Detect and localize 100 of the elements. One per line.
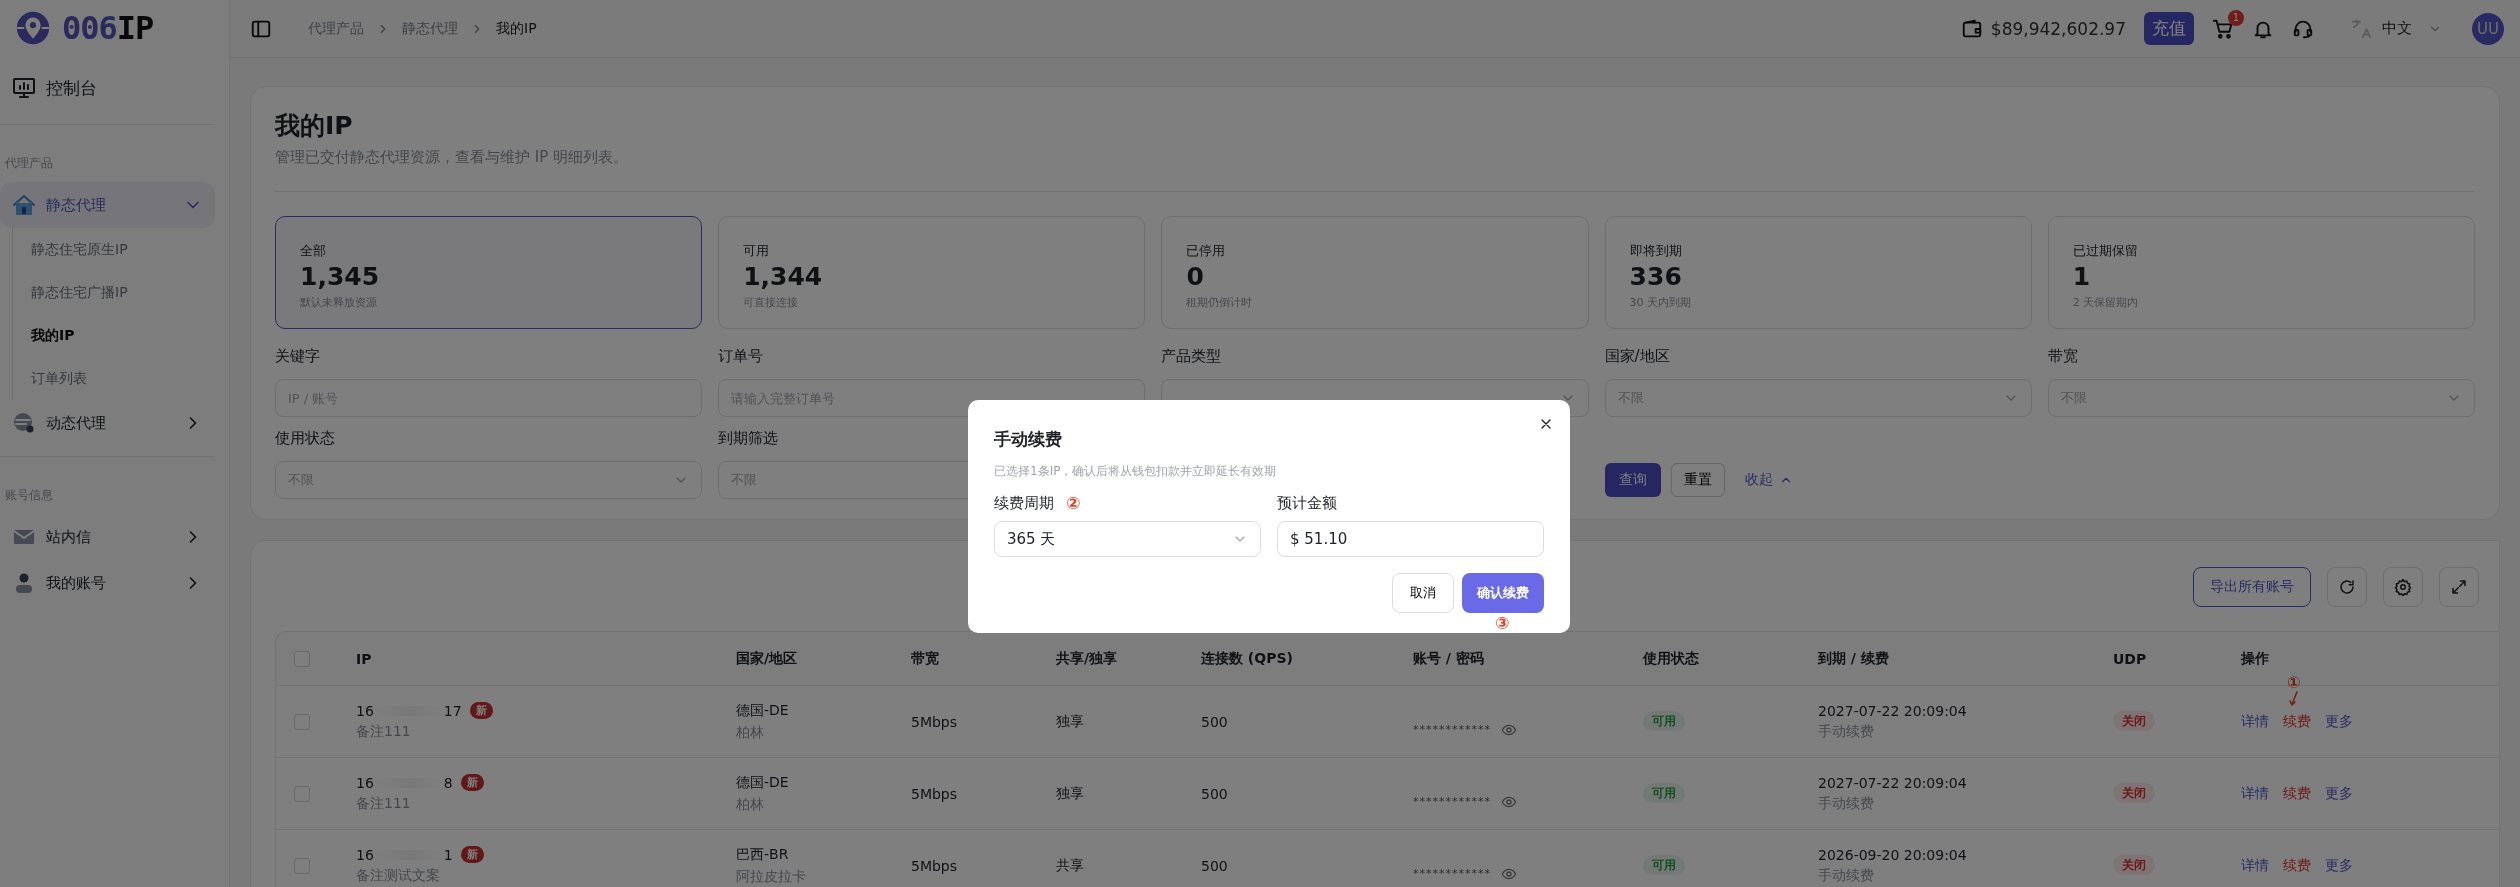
amount-field[interactable]: $ 51.10 [1277, 521, 1544, 557]
wallet-icon [1960, 17, 1983, 40]
stat-value: 1 [2072, 262, 2092, 291]
field-label: 订单号 [718, 347, 764, 367]
cart-icon[interactable] [2212, 17, 2234, 40]
new-badge: 新 [460, 846, 484, 863]
sidebar-item[interactable]: 站内信 [0, 514, 215, 560]
stat-label: 已停用 [1186, 242, 1227, 260]
ip-text: 16 [356, 702, 374, 719]
country-text: 德国-DE [736, 701, 789, 720]
balance-amount: $89,942,602.97 [1990, 18, 2126, 39]
expiry-date: 2027-07-22 20:09:04 [1818, 774, 1967, 791]
row-checkbox[interactable] [294, 713, 310, 730]
pin-globe-icon [14, 9, 52, 47]
table-cell-text: 独享 [1056, 784, 1085, 803]
new-badge: 新 [469, 702, 493, 719]
action-link[interactable]: 更多 [2325, 856, 2353, 875]
action-link[interactable]: 详情 [2241, 784, 2269, 803]
annotation-number: ③ [1495, 615, 1510, 632]
recharge-button[interactable]: 充值 [2144, 12, 2194, 45]
table-cell-text: 5Mbps [911, 785, 959, 802]
field-label: 使用状态 [275, 429, 335, 449]
table-cell-text: 共享 [1056, 856, 1085, 875]
count-badge: 1 [2228, 9, 2244, 26]
status-badge: 可用 [1643, 783, 1685, 803]
ip-text: 8 [443, 774, 453, 791]
action-link[interactable]: 续费 [2283, 856, 2311, 875]
udp-badge: 关闭 [2113, 855, 2155, 875]
password-mask: ************ [1413, 723, 1491, 736]
udp-badge: 关闭 [2113, 783, 2155, 803]
annotation-arrow-icon [2288, 690, 2299, 707]
column-header: 到期 / 续费 [1818, 649, 1890, 668]
page-title: 我的IP [275, 110, 354, 142]
city-text: 柏林 [736, 795, 764, 814]
refresh-icon[interactable] [2327, 567, 2367, 607]
renew-mode: 手动续费 [1818, 722, 1874, 741]
expiry-date: 2026-09-20 20:09:04 [1818, 846, 1967, 863]
column-header: 共享/独享 [1056, 649, 1119, 668]
globe-pin-icon [12, 411, 36, 435]
stat-value: 1,345 [300, 262, 381, 291]
search-button[interactable]: 查询 [1604, 463, 1661, 497]
submenu-item[interactable]: 订单列表 [13, 357, 105, 400]
cancel-button[interactable]: 取消 [1392, 573, 1454, 613]
stat-value: 336 [1629, 262, 1683, 291]
monitor-chart-icon [12, 76, 36, 100]
expand-icon[interactable] [2439, 567, 2479, 607]
breadcrumb-item: 我的IP [496, 19, 537, 38]
settings-icon[interactable] [2383, 567, 2423, 607]
action-link[interactable]: 更多 [2325, 784, 2353, 803]
sidebar-item[interactable]: 静态代理 [0, 182, 215, 228]
confirm-button[interactable]: 确认续费 [1462, 573, 1544, 613]
country-text: 巴西-BR [736, 845, 789, 864]
udp-badge: 关闭 [2113, 711, 2155, 731]
city-text: 柏林 [736, 723, 764, 742]
row-checkbox[interactable] [294, 857, 310, 874]
submenu-item[interactable]: 静态住宅原生IP [13, 228, 146, 271]
action-link[interactable]: 详情 [2241, 712, 2269, 731]
field-label: 产品类型 [1161, 347, 1222, 367]
sidebar-item[interactable]: 控制台 [0, 48, 215, 125]
sidebar-item[interactable]: 我的账号 [0, 560, 215, 606]
table-cell-text: 5Mbps [911, 713, 959, 730]
stat-label: 可用 [743, 242, 771, 260]
field-label: 到期筛选 [718, 429, 779, 449]
ip-text: 16 [356, 774, 374, 791]
annotation-number: ① [2287, 674, 2301, 691]
reset-button[interactable]: 重置 [1670, 463, 1725, 497]
expiry-date: 2027-07-22 20:09:04 [1818, 702, 1967, 719]
select-all-checkbox[interactable] [294, 650, 310, 667]
column-header: 带宽 [911, 649, 940, 668]
table-cell-text: 500 [1201, 713, 1229, 730]
column-header: UDP [2113, 650, 2148, 667]
select-field[interactable]: 365 天 [994, 521, 1261, 557]
translate-icon [2350, 17, 2372, 40]
stat-value: 1,344 [743, 262, 824, 291]
table-cell-text: 5Mbps [911, 857, 959, 874]
table-cell-text: 500 [1201, 785, 1229, 802]
sidebar-item[interactable]: 动态代理 [0, 400, 215, 446]
column-header: 使用状态 [1643, 649, 1700, 668]
row-checkbox[interactable] [294, 785, 310, 802]
column-header: 账号 / 密码 [1413, 649, 1485, 668]
ip-text: 17 [443, 702, 462, 719]
collapse-link[interactable]: 收起 [1744, 471, 1793, 489]
field-label: 带宽 [2047, 347, 2078, 367]
field-label: 预计金额 [1277, 494, 1337, 513]
password-mask: ************ [1413, 795, 1491, 808]
action-link[interactable]: 续费 [2283, 784, 2311, 803]
submenu-item[interactable]: 静态住宅广播IP [13, 271, 146, 314]
language-switcher[interactable]: 中文 [2350, 17, 2442, 40]
submenu-item[interactable]: 我的IP [13, 314, 93, 357]
user-avatar[interactable]: UU [2472, 12, 2504, 45]
renew-mode: 手动续费 [1818, 866, 1874, 885]
house-icon [12, 193, 36, 217]
breadcrumb-item[interactable]: 静态代理 [402, 19, 458, 38]
stat-value: 0 [1186, 262, 1205, 291]
action-link[interactable]: 详情 [2241, 856, 2269, 875]
breadcrumb-item[interactable]: 代理产品 [308, 19, 364, 38]
new-badge: 新 [460, 774, 484, 791]
export-button[interactable]: 导出所有账号 [2193, 567, 2311, 607]
action-link[interactable]: 更多 [2325, 712, 2353, 731]
renew-mode: 手动续费 [1818, 794, 1874, 813]
